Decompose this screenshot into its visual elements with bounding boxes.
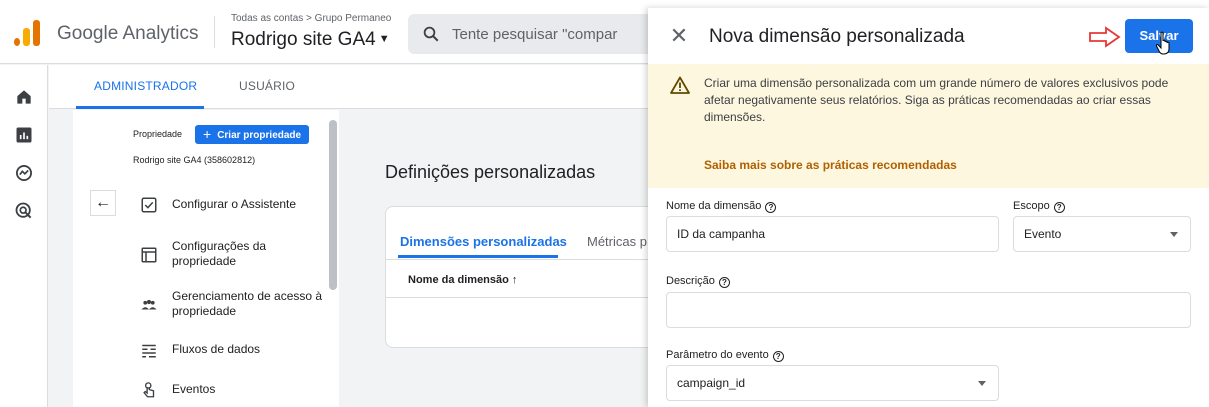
streams-icon bbox=[142, 344, 156, 358]
help-icon[interactable]: ? bbox=[718, 277, 730, 288]
description-field[interactable] bbox=[666, 292, 1191, 328]
admin-tabs: ADMINISTRADOR USUÁRIO bbox=[49, 65, 749, 109]
tab-custom-metrics[interactable]: Métricas p bbox=[587, 234, 647, 249]
scope-selected-value: Evento bbox=[1024, 227, 1062, 241]
dropdown-arrow-icon bbox=[978, 381, 986, 386]
left-nav bbox=[0, 65, 48, 407]
warning-text: Criar uma dimensão personalizada com um … bbox=[704, 76, 1169, 124]
field-label-text: Descrição bbox=[666, 275, 715, 287]
active-tab-indicator bbox=[398, 255, 558, 258]
event-parameter-select[interactable]: campaign_id bbox=[666, 365, 999, 401]
close-icon[interactable]: ✕ bbox=[668, 25, 690, 47]
description-label: Descrição? bbox=[666, 275, 730, 288]
tab-admin[interactable]: ADMINISTRADOR bbox=[94, 79, 197, 93]
page-title: Definições personalizadas bbox=[385, 162, 596, 182]
home-icon[interactable] bbox=[14, 87, 34, 107]
plus-icon: + bbox=[203, 126, 212, 142]
back-arrow-button[interactable]: ← bbox=[90, 190, 116, 216]
field-label-text: Nome da dimensão bbox=[666, 200, 762, 212]
field-label-text: Parâmetro do evento bbox=[666, 349, 769, 361]
menu-item-label: Eventos bbox=[172, 382, 216, 396]
menu-item-label: Configurar o Assistente bbox=[172, 197, 297, 211]
dimension-name-label: Nome da dimensão? bbox=[666, 200, 777, 213]
people-icon bbox=[141, 299, 157, 310]
active-tab-indicator bbox=[76, 106, 204, 109]
property-column-label: Propriedade bbox=[133, 129, 183, 139]
search-icon bbox=[423, 26, 439, 42]
create-property-label: Criar propriedade bbox=[217, 130, 302, 141]
advertising-icon[interactable] bbox=[14, 201, 34, 221]
breadcrumb[interactable]: Todas as contas > Grupo Permaneo bbox=[231, 13, 391, 24]
help-icon[interactable]: ? bbox=[772, 351, 784, 362]
property-selector-label: Rodrigo site GA4 bbox=[231, 29, 376, 50]
app-brand: Google Analytics bbox=[57, 23, 199, 44]
best-practices-link[interactable]: Saiba mais sobre as práticas recomendada… bbox=[704, 158, 957, 172]
event-parameter-selected-value: campaign_id bbox=[677, 376, 746, 390]
hand-cursor-icon bbox=[1155, 31, 1170, 55]
property-id[interactable]: Rodrigo site GA4 (358602812) bbox=[133, 155, 255, 165]
scope-label: Escopo? bbox=[1013, 200, 1065, 213]
warning-icon bbox=[670, 76, 690, 94]
dimension-name-field[interactable]: ID da campanha bbox=[666, 216, 999, 252]
field-label-text: Escopo bbox=[1013, 200, 1050, 212]
divider bbox=[214, 16, 215, 48]
tab-custom-dimensions[interactable]: Dimensões personalizadas bbox=[400, 234, 567, 249]
menu-item-label: Gerenciamento de acesso à propriedade bbox=[172, 289, 323, 318]
column-header-dimension-name[interactable]: Nome da dimensão ↑ bbox=[408, 274, 517, 286]
sort-arrow-up-icon: ↑ bbox=[511, 274, 518, 286]
scope-select[interactable]: Evento bbox=[1013, 216, 1191, 252]
menu-item-label: Configurações da propriedade bbox=[172, 239, 267, 268]
checkbox-icon bbox=[141, 197, 157, 213]
create-property-button[interactable]: + Criar propriedade bbox=[195, 125, 310, 144]
event-parameter-label: Parâmetro do evento? bbox=[666, 349, 784, 362]
caret-down-icon: ▼ bbox=[378, 33, 390, 45]
new-custom-dimension-sheet: ✕ Nova dimensão personalizada Salvar Cri… bbox=[648, 8, 1209, 407]
settings-window-icon bbox=[141, 247, 157, 263]
property-selector[interactable]: Rodrigo site GA4 ▼ bbox=[231, 29, 390, 51]
help-icon[interactable]: ? bbox=[765, 202, 777, 213]
search-placeholder: Tente pesquisar "compar bbox=[452, 26, 618, 43]
annotation-arrow-icon bbox=[1089, 26, 1121, 48]
reports-icon[interactable] bbox=[14, 125, 34, 145]
search-bar[interactable]: Tente pesquisar "compar bbox=[408, 14, 668, 54]
help-icon[interactable]: ? bbox=[1053, 202, 1065, 213]
touch-icon bbox=[143, 382, 155, 398]
sheet-header: ✕ Nova dimensão personalizada Salvar bbox=[648, 8, 1209, 64]
tab-user[interactable]: USUÁRIO bbox=[239, 79, 295, 93]
explore-icon[interactable] bbox=[14, 163, 34, 183]
column-header-label: Nome da dimensão bbox=[408, 274, 509, 286]
dropdown-arrow-icon bbox=[1170, 232, 1178, 237]
menu-item-label: Fluxos de dados bbox=[172, 342, 261, 356]
warning-banner: Criar uma dimensão personalizada com um … bbox=[648, 64, 1209, 188]
analytics-logo-icon[interactable] bbox=[14, 20, 40, 46]
sheet-title: Nova dimensão personalizada bbox=[709, 26, 965, 47]
